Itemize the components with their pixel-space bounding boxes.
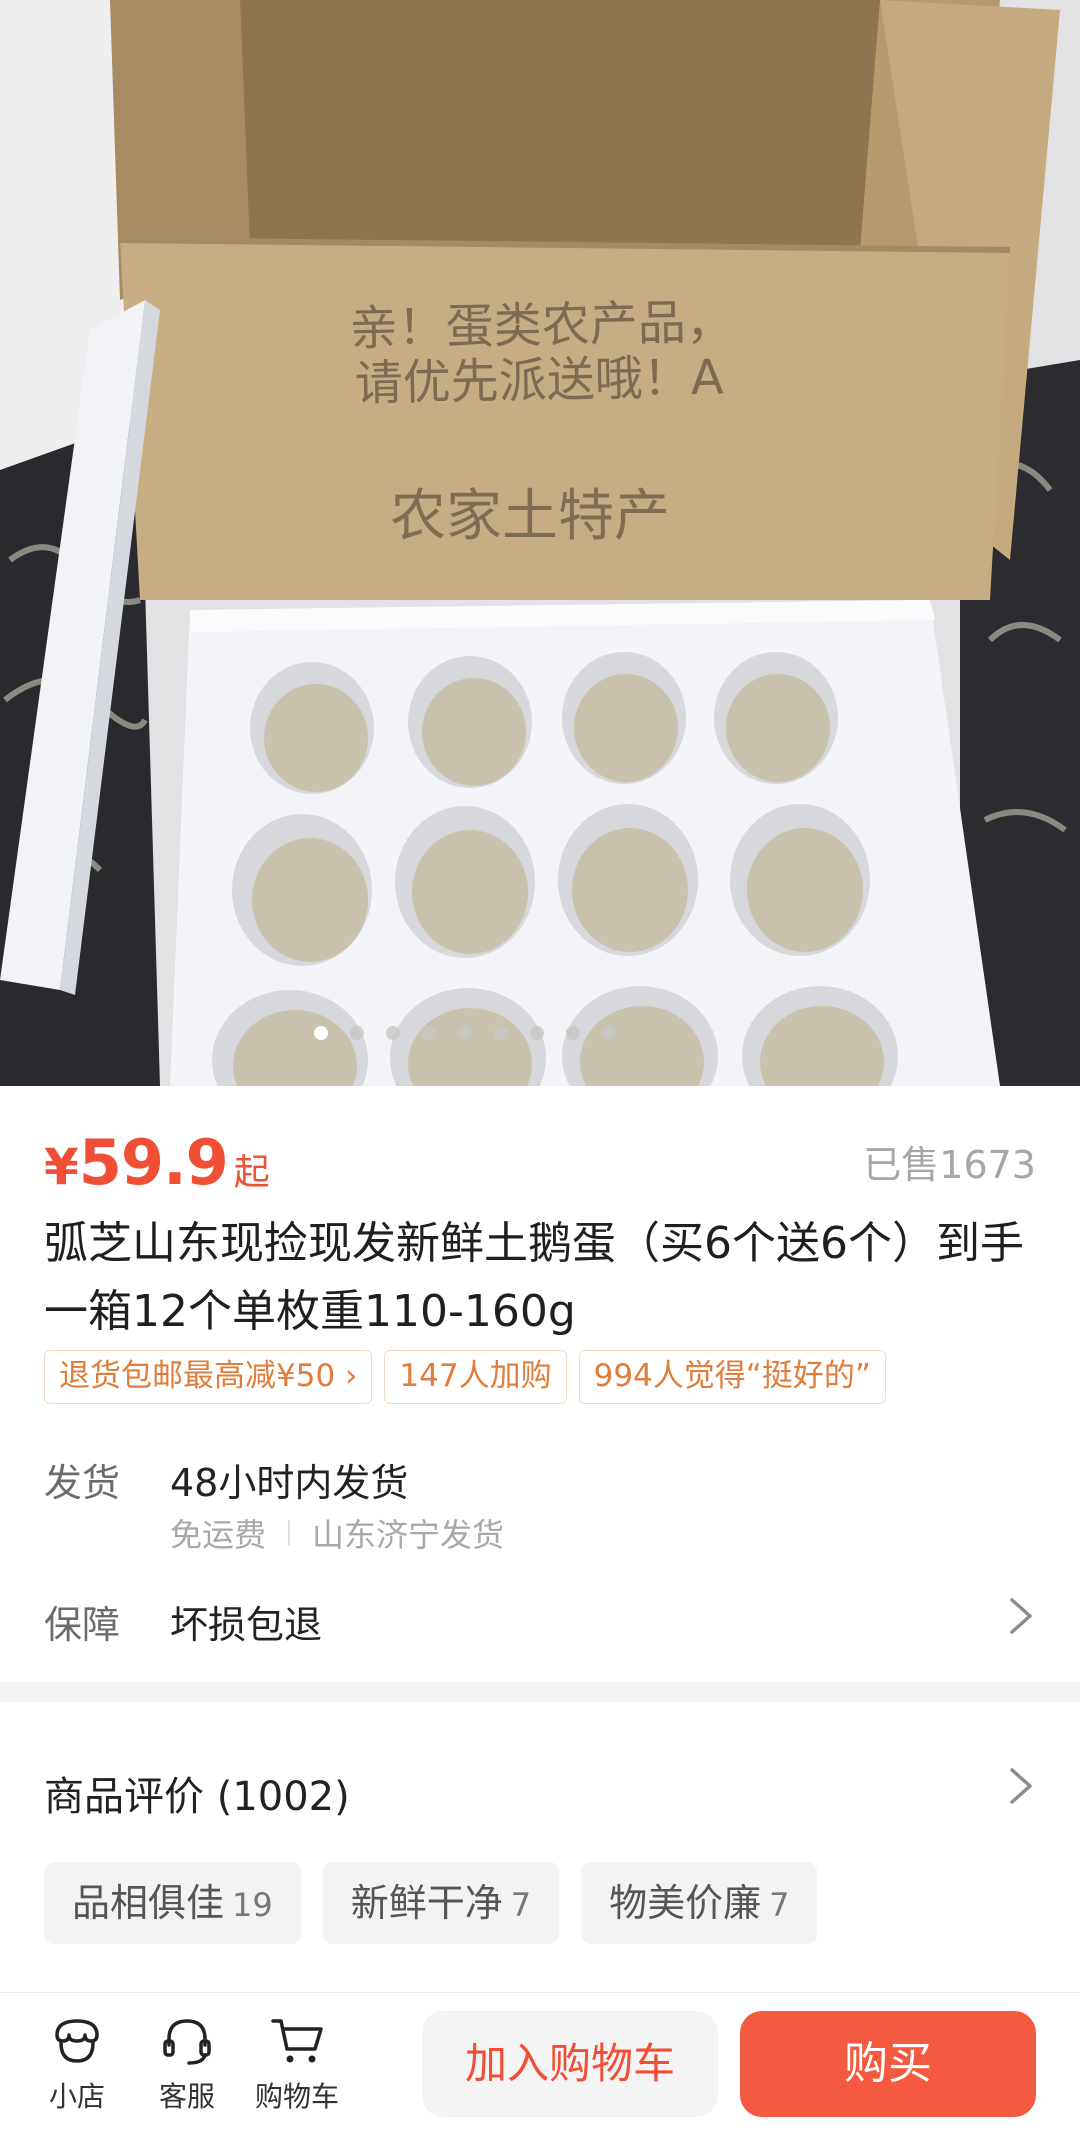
shipping-details: 免运费 山东济宁发货 (170, 1510, 504, 1556)
carousel-dot[interactable] (530, 1026, 544, 1040)
review-tag[interactable]: 物美价廉 7 (581, 1862, 818, 1944)
guarantee-value: 坏损包退 (170, 1603, 323, 1647)
box-print-line-1: 亲！蛋类农产品， (349, 294, 734, 357)
review-tag-count: 19 (232, 1886, 273, 1924)
shipping-fee: 免运费 (170, 1516, 267, 1554)
review-tag-count: 7 (769, 1886, 790, 1924)
shop-button[interactable]: 小店 (27, 2015, 127, 2115)
carousel-dot[interactable] (458, 1026, 472, 1040)
carousel-dot[interactable] (386, 1026, 400, 1040)
added-to-cart-tag: 147人加购 (384, 1350, 567, 1404)
shop-icon (55, 2019, 99, 2063)
section-divider (0, 1682, 1080, 1702)
shop-label: 小店 (48, 2080, 105, 2113)
carousel-dot[interactable] (566, 1026, 580, 1040)
price-value: 59.9 (78, 1126, 229, 1199)
review-tags: 品相俱佳 19 新鲜干净 7 物美价廉 7 (44, 1862, 818, 1944)
product-info-section: ¥ 59.9 起 已售1673 弧芝山东现捡现发新鲜土鹅蛋（买6个送6个）到手一… (0, 1086, 1080, 1682)
review-tag-label: 物美价廉 (609, 1881, 762, 1925)
product-title: 弧芝山东现捡现发新鲜土鹅蛋（买6个送6个）到手一箱12个单枚重110-160g (44, 1218, 1024, 1337)
carousel-dot[interactable] (422, 1026, 436, 1040)
review-tag[interactable]: 品相俱佳 19 (44, 1862, 301, 1944)
box-print-line-3: 农家土特产 (390, 484, 670, 549)
product-photo: 亲！蛋类农产品， 请优先派送哦！A 农家土特产 (0, 0, 1080, 1086)
carousel-dot-active[interactable] (314, 1026, 328, 1040)
customer-service-button[interactable]: 客服 (137, 2015, 237, 2115)
carousel-dot[interactable] (350, 1026, 364, 1040)
price: ¥ 59.9 起 (44, 1126, 270, 1199)
customer-service-label: 客服 (158, 2080, 215, 2113)
price-currency: ¥ (44, 1138, 79, 1196)
cart-icon (271, 2019, 323, 2063)
shipping-separator (288, 1520, 291, 1546)
chevron-right-icon[interactable] (1006, 1594, 1036, 1638)
box-print-line-2: 请优先派送哦！A (354, 350, 724, 412)
reviews-title: 商品评价 (1002) (44, 1774, 350, 1820)
carousel-indicator (0, 1026, 1080, 1040)
product-image-carousel[interactable]: 亲！蛋类农产品， 请优先派送哦！A 农家土特产 (0, 0, 1080, 1086)
carousel-dot[interactable] (494, 1026, 508, 1040)
carousel-dot[interactable] (602, 1026, 616, 1040)
review-tag[interactable]: 新鲜干净 7 (322, 1862, 560, 1944)
sold-count: 已售1673 (863, 1143, 1036, 1187)
review-tag-count: 7 (510, 1886, 532, 1924)
chevron-right-icon[interactable] (1006, 1764, 1036, 1808)
add-to-cart-button[interactable]: 加入购物车 (422, 2011, 718, 2117)
shipping-origin: 山东济宁发货 (312, 1516, 505, 1554)
cart-label: 购物车 (254, 2080, 339, 2113)
bottom-action-bar: 小店 客服 购物车 加入购物车 购买 (0, 1992, 1080, 2133)
cart-button[interactable]: 购物车 (247, 2015, 347, 2115)
return-shipping-tag[interactable]: 退货包邮最高减¥50 › (44, 1350, 373, 1404)
buy-button[interactable]: 购买 (740, 2011, 1036, 2117)
price-suffix: 起 (233, 1152, 270, 1193)
guarantee-label: 保障 (44, 1603, 121, 1647)
review-tag-label: 品相俱佳 (72, 1881, 225, 1925)
review-tag-label: 新鲜干净 (350, 1881, 503, 1925)
shipping-label: 发货 (44, 1461, 121, 1505)
promo-tags: 退货包邮最高减¥50 › 147人加购 994人觉得“挺好的” (44, 1350, 886, 1404)
shipping-time: 48小时内发货 (170, 1461, 409, 1505)
positive-feedback-tag: 994人觉得“挺好的” (578, 1350, 886, 1404)
reviews-section: 商品评价 (1002) 品相俱佳 19 新鲜干净 7 物美价廉 7 (0, 1702, 1080, 1992)
headset-icon (163, 2019, 211, 2065)
